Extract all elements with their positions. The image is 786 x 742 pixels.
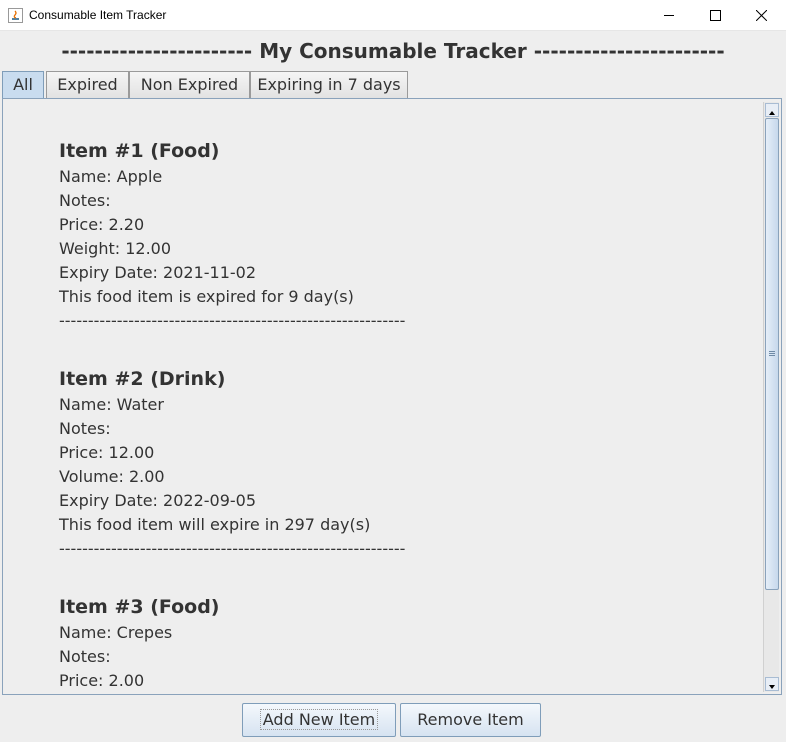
item-price: Price: 12.00 [59,443,155,462]
item-volume: Volume: 2.00 [59,467,165,486]
list-item: Item #1 (Food) Name: Apple Notes: Price:… [59,139,719,333]
item-notes: Notes: [59,191,111,210]
maximize-button[interactable] [692,0,738,30]
remove-item-button[interactable]: Remove Item [400,703,541,737]
item-status: This food item will expire in 297 day(s) [59,515,371,534]
window-title: Consumable Item Tracker [29,8,167,22]
item-weight: Weight: 12.00 [59,239,172,258]
item-notes: Notes: [59,647,111,666]
item-name: Name: Apple [59,167,163,186]
list-item: Item #2 (Drink) Name: Water Notes: Price… [59,367,719,561]
add-new-item-label: Add New Item [259,709,379,730]
scroll-up-button[interactable] [765,103,779,117]
tab-expired[interactable]: Expired [46,71,129,98]
item-name: Name: Crepes [59,623,173,642]
item-price: Price: 2.00 [59,671,145,690]
tab-expiring-in-7-days[interactable]: Expiring in 7 days [250,71,408,98]
item-price: Price: 2.20 [59,215,145,234]
item-header: Item #3 (Food) [59,596,220,618]
tab-non-expired[interactable]: Non Expired [129,71,250,98]
page-title: ----------------------- My Consumable Tr… [61,39,725,63]
scroll-down-button[interactable] [765,677,779,691]
minimize-icon [664,15,674,16]
java-app-icon [8,8,23,23]
add-new-item-button[interactable]: Add New Item [242,703,396,737]
vertical-scrollbar[interactable] [763,102,779,692]
item-separator: ----------------------------------------… [59,539,406,558]
grip-icon [769,351,775,356]
minimize-button[interactable] [646,0,692,30]
close-icon [756,10,767,21]
arrow-down-icon [769,685,775,689]
item-name: Name: Water [59,395,164,414]
tab-all[interactable]: All [2,71,44,98]
items-text-area: Item #1 (Food) Name: Apple Notes: Price:… [59,139,719,694]
close-button[interactable] [738,0,784,30]
item-header: Item #2 (Drink) [59,368,226,390]
item-status: This food item is expired for 9 day(s) [59,287,354,306]
window-titlebar: Consumable Item Tracker [0,0,786,31]
scroll-thumb[interactable] [765,118,779,590]
item-expiry-date: Expiry Date: 2021-11-02 [59,263,257,282]
item-notes: Notes: [59,419,111,438]
items-scroll-pane[interactable]: Item #1 (Food) Name: Apple Notes: Price:… [2,98,782,695]
item-header: Item #1 (Food) [59,140,220,162]
maximize-icon [710,10,721,21]
list-item: Item #3 (Food) Name: Crepes Notes: Price… [59,595,719,693]
item-expiry-date: Expiry Date: 2022-09-05 [59,491,257,510]
item-separator: ----------------------------------------… [59,311,406,330]
